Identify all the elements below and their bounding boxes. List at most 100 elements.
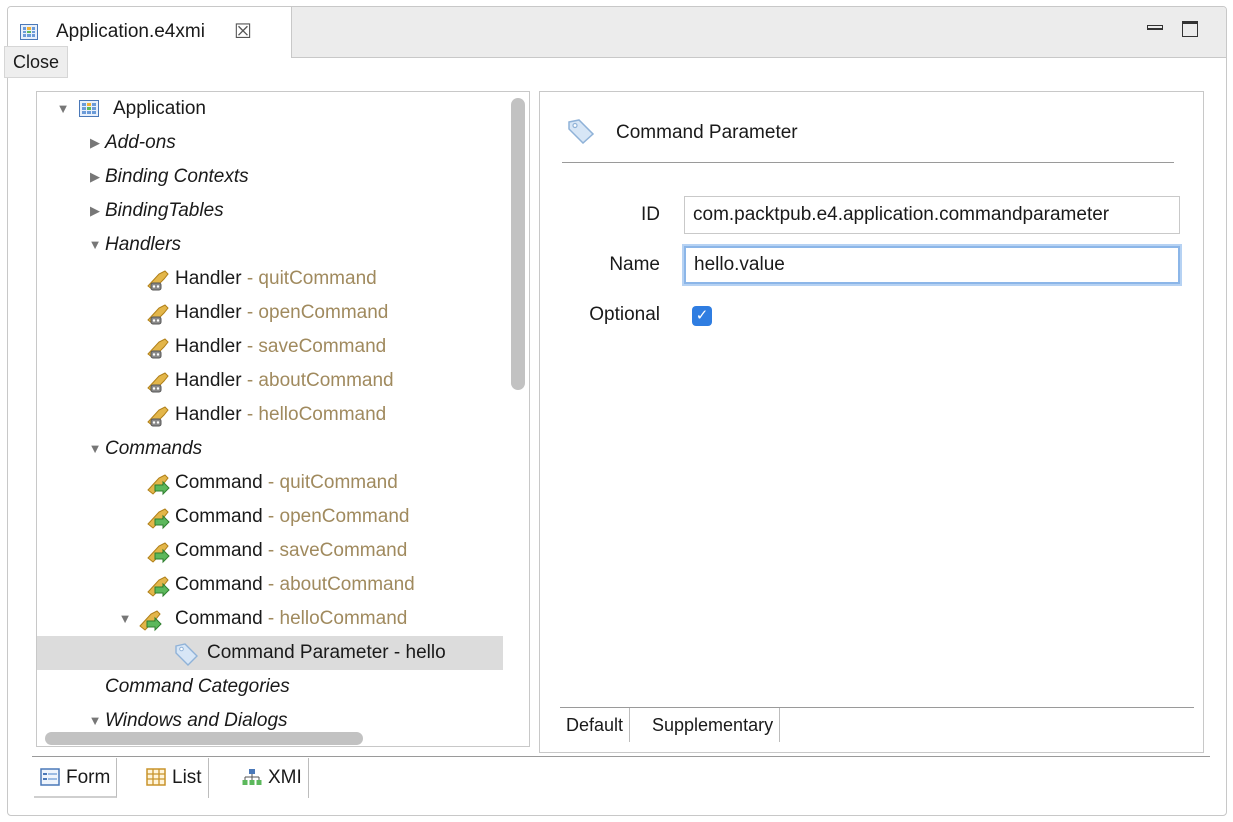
tree-item[interactable]: ▶ Add-ons xyxy=(37,126,507,160)
tab-default[interactable]: Default xyxy=(560,708,631,742)
tree-item-element-id: - aboutCommand xyxy=(262,574,415,595)
tree-horizontal-scrollbar[interactable] xyxy=(45,732,363,745)
tab-form-label: Form xyxy=(66,767,111,788)
tree-item-element-id: - helloCommand xyxy=(241,404,387,425)
tree-item-label: Add-ons xyxy=(105,126,176,160)
tree-item-name: Handler xyxy=(175,404,242,425)
tree-item-name: Handlers xyxy=(105,234,182,255)
command-icon xyxy=(145,506,171,530)
expanded-twisty-icon[interactable]: ▼ xyxy=(87,228,103,262)
tree-item-name: Commands xyxy=(105,438,203,459)
tab-supplementary[interactable]: Supplementary xyxy=(646,708,781,742)
tree-item-label: Handlers xyxy=(105,228,181,262)
tree-item[interactable]: Command - aboutCommand xyxy=(37,568,507,602)
tree-item-name: Handler xyxy=(175,336,242,357)
tree-item[interactable]: ▼ Commands xyxy=(37,432,507,466)
tree-item-name: Command Parameter - hello xyxy=(207,642,446,663)
tree-item[interactable]: ▼ Application xyxy=(37,92,507,126)
tree-item-label: Handler - openCommand xyxy=(175,296,388,330)
tree-item-element-id: - aboutCommand xyxy=(241,370,394,391)
tree-item-label: Command - aboutCommand xyxy=(175,568,415,602)
tree-item-label: Command Categories xyxy=(105,670,290,704)
expanded-twisty-icon[interactable]: ▼ xyxy=(117,602,133,636)
tree-item[interactable]: Command - saveCommand xyxy=(37,534,507,568)
tree-item-element-id: - saveCommand xyxy=(241,336,387,357)
expanded-twisty-icon[interactable]: ▼ xyxy=(55,92,71,126)
tree-item-element-id: - quitCommand xyxy=(262,472,398,493)
tree-item-element-id: - saveCommand xyxy=(262,540,408,561)
collapsed-twisty-icon[interactable]: ▶ xyxy=(87,126,103,160)
tree-item[interactable]: Command - quitCommand xyxy=(37,466,507,500)
tree-item[interactable]: Command Categories xyxy=(37,670,507,704)
parameter-tag-icon xyxy=(568,119,595,144)
tree-item-name: Command xyxy=(175,506,263,527)
editor-tab-title: Application.e4xmi xyxy=(56,21,205,42)
tree-item-name: Command xyxy=(175,540,263,561)
title-divider xyxy=(562,162,1174,163)
tree-item-label: Handler - quitCommand xyxy=(175,262,377,296)
optional-label: Optional xyxy=(589,304,660,325)
application-model-icon xyxy=(20,24,38,40)
tab-list[interactable]: List xyxy=(140,758,209,798)
tree-item-label: Handler - aboutCommand xyxy=(175,364,394,398)
tree-item-label: Command - quitCommand xyxy=(175,466,398,500)
tree-item-label: BindingTables xyxy=(105,194,224,228)
collapsed-twisty-icon[interactable]: ▶ xyxy=(87,160,103,194)
tree-item-element-id: - helloCommand xyxy=(262,608,408,629)
name-field[interactable] xyxy=(684,246,1180,284)
tree-item-label: Binding Contexts xyxy=(105,160,249,194)
tree-item[interactable]: Command Parameter - hello xyxy=(37,636,503,670)
optional-checkbox[interactable]: ✓ xyxy=(692,306,712,326)
command-icon xyxy=(145,472,171,496)
tree-item-label: Command Parameter - hello xyxy=(207,636,446,670)
tree-item-name: Windows and Dialogs xyxy=(105,710,288,731)
tree-item[interactable]: Handler - saveCommand xyxy=(37,330,507,364)
tree-item-label: Handler - helloCommand xyxy=(175,398,386,432)
tree-item-name: Add-ons xyxy=(105,132,176,153)
tree-item-label: Command - helloCommand xyxy=(175,602,407,636)
command-icon xyxy=(145,574,171,598)
parameter-tag-icon xyxy=(173,642,199,666)
expanded-twisty-icon[interactable]: ▼ xyxy=(87,432,103,466)
tab-list-label: List xyxy=(172,767,202,788)
tree-item[interactable]: ▼ Command - helloCommand xyxy=(37,602,507,636)
tree-item-label: Commands xyxy=(105,432,202,466)
id-field[interactable] xyxy=(684,196,1180,234)
model-tree[interactable]: ▼ Application ▶ Add-ons ▶ Binding Contexts ▶ Bi… xyxy=(36,91,530,747)
tree-item[interactable]: ▶ Binding Contexts xyxy=(37,160,507,194)
tab-xmi-label: XMI xyxy=(268,767,302,788)
tree-item[interactable]: Handler - helloCommand xyxy=(37,398,507,432)
tree-item[interactable]: Handler - aboutCommand xyxy=(37,364,507,398)
tree-item[interactable]: ▼ Handlers xyxy=(37,228,507,262)
table-icon xyxy=(146,768,166,786)
tree-item-label: Handler - saveCommand xyxy=(175,330,386,364)
handler-icon xyxy=(145,370,171,394)
tree-item-element-id: - openCommand xyxy=(241,302,389,323)
tree-vertical-scrollbar[interactable] xyxy=(511,98,525,390)
tree-item-element-id: - openCommand xyxy=(262,506,410,527)
minimize-icon[interactable] xyxy=(1147,25,1163,30)
bottom-tabs-divider xyxy=(32,756,1210,757)
tab-form[interactable]: Form xyxy=(34,758,118,798)
tree-item[interactable]: Handler - openCommand xyxy=(37,296,507,330)
tree-item-name: Handler xyxy=(175,268,242,289)
application-icon xyxy=(77,98,103,122)
tree-item-name: Command xyxy=(175,608,263,629)
tab-xmi[interactable]: XMI xyxy=(236,758,309,798)
handler-icon xyxy=(145,336,171,360)
handler-icon xyxy=(145,404,171,428)
detail-title: Command Parameter xyxy=(616,122,798,143)
tree-item[interactable]: Handler - quitCommand xyxy=(37,262,507,296)
tree-item-name: Handler xyxy=(175,370,242,391)
tree-item[interactable]: ▶ BindingTables xyxy=(37,194,507,228)
tree-item-name: BindingTables xyxy=(105,200,224,221)
command-icon xyxy=(145,540,171,564)
collapsed-twisty-icon[interactable]: ▶ xyxy=(87,194,103,228)
tree-item-element-id: - quitCommand xyxy=(241,268,377,289)
tree-item-name: Binding Contexts xyxy=(105,166,249,187)
handler-icon xyxy=(145,268,171,292)
maximize-icon[interactable] xyxy=(1182,21,1198,37)
close-tab-icon[interactable]: ☒ xyxy=(234,19,252,44)
id-label: ID xyxy=(641,204,660,225)
tree-item[interactable]: Command - openCommand xyxy=(37,500,507,534)
